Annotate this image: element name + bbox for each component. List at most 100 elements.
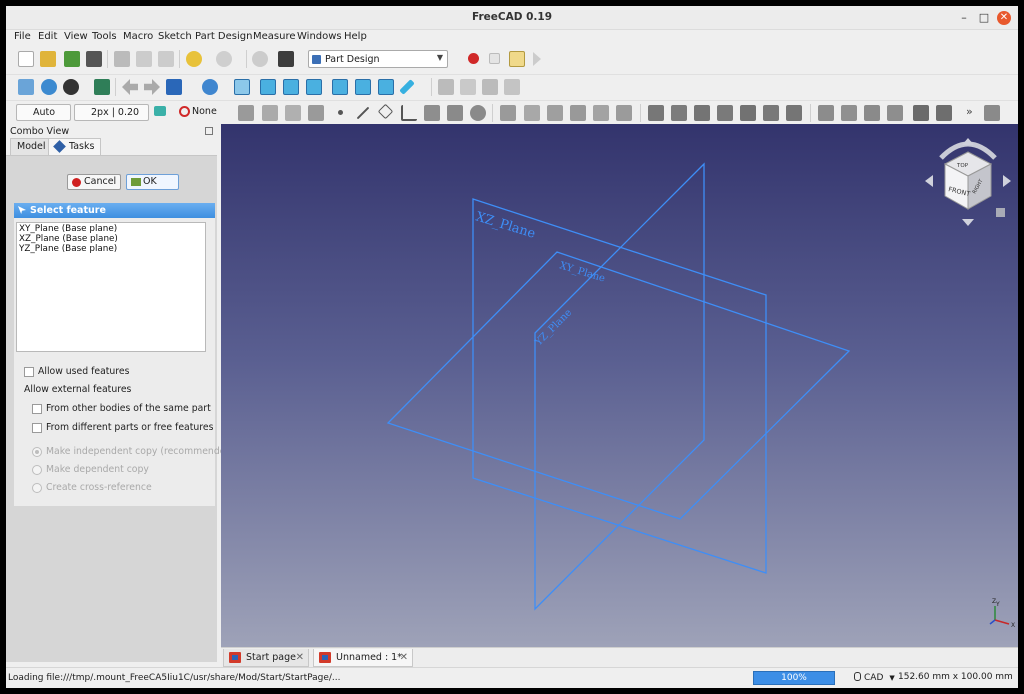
- arrow-left-icon[interactable]: [925, 175, 933, 187]
- left-view-icon[interactable]: [378, 79, 394, 95]
- fit-selection-icon[interactable]: [41, 79, 57, 95]
- toolbar-overflow[interactable]: »: [966, 105, 973, 118]
- ok-button[interactable]: OK: [126, 174, 179, 190]
- tab-unnamed[interactable]: Unnamed : 1* ✕: [313, 649, 413, 667]
- sync-view-icon[interactable]: [166, 79, 182, 95]
- fillet-icon[interactable]: [913, 105, 929, 121]
- subtractive-primitive-icon[interactable]: [786, 105, 802, 121]
- select-feature-header[interactable]: Select feature: [14, 203, 215, 218]
- checkbox-box[interactable]: [32, 404, 42, 414]
- bounding-box-icon[interactable]: [94, 79, 110, 95]
- create-sketch-icon[interactable]: [262, 105, 278, 121]
- create-link-icon[interactable]: [482, 79, 498, 95]
- draw-style-icon[interactable]: [63, 79, 79, 95]
- undo-icon[interactable]: [186, 51, 202, 67]
- local-cs-icon[interactable]: [401, 105, 417, 121]
- create-part-icon[interactable]: [438, 79, 454, 95]
- linear-pattern-icon[interactable]: [841, 105, 857, 121]
- groove-icon[interactable]: [694, 105, 710, 121]
- view-menu-icon[interactable]: [996, 208, 1005, 217]
- measure-distance-icon[interactable]: [399, 79, 415, 95]
- radio-button[interactable]: [32, 447, 42, 457]
- whats-this-icon[interactable]: [278, 51, 294, 67]
- sub-shape-binder-icon[interactable]: [424, 105, 440, 121]
- list-item[interactable]: XZ_Plane (Base plane): [19, 234, 118, 244]
- menu-sketch[interactable]: Sketch: [158, 31, 192, 42]
- chamfer-icon[interactable]: [936, 105, 952, 121]
- datum-point-icon[interactable]: [338, 110, 343, 115]
- xz-plane[interactable]: [472, 198, 767, 574]
- multi-transform-icon[interactable]: [887, 105, 903, 121]
- menu-macro[interactable]: Macro: [123, 31, 153, 42]
- refresh-icon[interactable]: [252, 51, 268, 67]
- menu-edit[interactable]: Edit: [38, 31, 57, 42]
- part-feature-icon[interactable]: [470, 105, 486, 121]
- checkbox-box[interactable]: [24, 367, 34, 377]
- stop-macro-icon[interactable]: [489, 53, 500, 64]
- line-width-button[interactable]: 2px | 0.20 mm: [74, 104, 149, 133]
- tab-tasks[interactable]: Tasks: [48, 138, 102, 155]
- float-panel-icon[interactable]: [205, 127, 213, 135]
- record-macro-icon[interactable]: [468, 53, 479, 64]
- bottom-view-icon[interactable]: [355, 79, 371, 95]
- macros-icon[interactable]: [509, 51, 525, 67]
- draw-style-button[interactable]: Auto: [16, 104, 71, 121]
- menu-tools[interactable]: Tools: [92, 31, 117, 42]
- snap-icon[interactable]: [154, 106, 166, 116]
- save-icon[interactable]: [64, 51, 80, 67]
- menu-part-design[interactable]: Part Design: [195, 31, 252, 42]
- close-button[interactable]: ✕: [997, 11, 1011, 25]
- close-tab-icon[interactable]: ✕: [296, 649, 304, 666]
- create-group-icon[interactable]: [460, 79, 476, 95]
- tab-model[interactable]: Model: [10, 138, 53, 155]
- redo-icon[interactable]: [216, 51, 232, 67]
- execute-macro-icon[interactable]: [533, 52, 545, 66]
- radio-button[interactable]: [32, 483, 42, 493]
- validate-sketch-icon[interactable]: [285, 105, 301, 121]
- list-item[interactable]: YZ_Plane (Base plane): [19, 244, 117, 254]
- pad-icon[interactable]: [500, 105, 516, 121]
- minimize-button[interactable]: –: [957, 11, 971, 25]
- menu-windows[interactable]: Windows: [297, 31, 342, 42]
- subtractive-helix-icon[interactable]: [763, 105, 779, 121]
- rear-view-icon[interactable]: [332, 79, 348, 95]
- loft-icon[interactable]: [547, 105, 563, 121]
- subtractive-loft-icon[interactable]: [717, 105, 733, 121]
- arrow-up-icon[interactable]: [962, 138, 974, 145]
- forward-icon[interactable]: [144, 79, 160, 95]
- checkbox-box[interactable]: [32, 423, 42, 433]
- cancel-button[interactable]: Cancel: [67, 174, 121, 190]
- link-actions-icon[interactable]: [504, 79, 520, 95]
- additive-primitive-icon[interactable]: [616, 105, 632, 121]
- top-view-icon[interactable]: [283, 79, 299, 95]
- pipe-icon[interactable]: [570, 105, 586, 121]
- datum-plane-icon[interactable]: [377, 103, 394, 120]
- datum-line-icon[interactable]: [356, 106, 370, 120]
- maximize-button[interactable]: □: [977, 11, 991, 25]
- subtractive-pipe-icon[interactable]: [740, 105, 756, 121]
- clone-icon[interactable]: [447, 105, 463, 121]
- feature-list[interactable]: XY_Plane (Base plane) XZ_Plane (Base pla…: [16, 222, 206, 352]
- right-view-icon[interactable]: [306, 79, 322, 95]
- yz-plane[interactable]: [534, 162, 705, 611]
- navigation-cube[interactable]: TOP FRONT RIGHT: [923, 134, 1013, 229]
- menu-measure[interactable]: Measure: [253, 31, 296, 42]
- 3d-viewport[interactable]: XZ_Plane XY_Plane YZ_Plane TOP FRONT RIG…: [221, 124, 1018, 647]
- thickness-icon[interactable]: [984, 105, 1000, 121]
- open-file-icon[interactable]: [40, 51, 56, 67]
- copy-icon[interactable]: [136, 51, 152, 67]
- helix-icon[interactable]: [593, 105, 609, 121]
- radio-button[interactable]: [32, 465, 42, 475]
- navigation-style-selector[interactable]: CAD ▼: [854, 672, 895, 683]
- zoom-icon[interactable]: [202, 79, 218, 95]
- menu-view[interactable]: View: [64, 31, 88, 42]
- cut-icon[interactable]: [114, 51, 130, 67]
- tab-start-page[interactable]: Start page ✕: [223, 649, 309, 667]
- revolution-icon[interactable]: [524, 105, 540, 121]
- create-body-icon[interactable]: [238, 105, 254, 121]
- close-tab-icon[interactable]: ✕: [400, 649, 408, 666]
- pocket-icon[interactable]: [648, 105, 664, 121]
- menu-file[interactable]: File: [14, 31, 31, 42]
- arrow-right-icon[interactable]: [1003, 175, 1011, 187]
- hole-icon[interactable]: [671, 105, 687, 121]
